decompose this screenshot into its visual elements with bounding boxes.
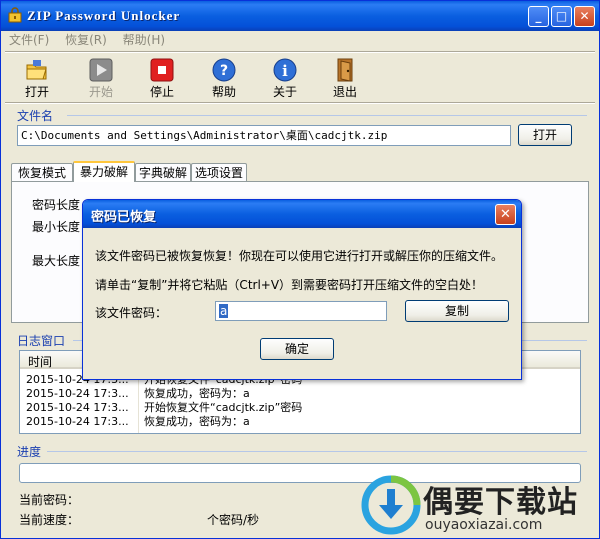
dialog-close-button[interactable]: ✕ [495,204,516,225]
log-row-time: 2015-10-24 17:3... [26,401,129,414]
main-window: ZIP Password Unlocker _ □ ✕ 文件(F) 恢复(R) … [0,0,600,539]
file-section-title: 文件名 [17,109,54,123]
toolbar: 打开 开始 停止 ? 帮助 i 关于 退出 [3,53,597,103]
dialog-password-label: 该文件密码： [95,306,168,320]
toolbar-help-label: 帮助 [211,85,236,99]
title-bar[interactable]: ZIP Password Unlocker _ □ ✕ [1,1,599,31]
ok-button[interactable]: 确定 [260,338,334,360]
toolbar-start-button[interactable]: 开始 [79,53,123,99]
toolbar-exit-button[interactable]: 退出 [323,53,367,99]
toolbar-stop-label: 停止 [149,85,174,99]
watermark-logo-icon [361,475,421,535]
watermark-brand: 偶要下载站 [423,485,578,520]
window-title: ZIP Password Unlocker [27,8,181,23]
tab-dictionary[interactable]: 字典破解 [135,163,191,182]
min-length-label: 最小长度 [32,220,81,234]
help-icon: ? [211,57,237,83]
toolbar-about-button[interactable]: i 关于 [263,53,307,99]
maximize-button[interactable]: □ [551,6,572,27]
watermark-url: ouyaoxiazai.com [425,517,543,533]
exit-door-icon [332,57,358,83]
log-row-message: 开始恢复文件“cadcjtk.zip”密码 [144,401,303,414]
password-length-label: 密码长度 [32,198,81,212]
menu-file[interactable]: 文件(F) [9,31,49,49]
tab-recovery-mode[interactable]: 恢复模式 [11,163,73,182]
progress-section-line [47,451,587,452]
log-section-title: 日志窗口 [17,334,66,348]
watermark: 偶要下载站 ouyaoxiazai.com [361,473,597,537]
stop-icon [149,57,175,83]
dialog-message-line2: 请单击“复制”并将它粘贴（Ctrl+V）到需要密码打开压缩文件的空白处！ [95,278,484,292]
close-button[interactable]: ✕ [574,6,595,27]
dialog-title: 密码已恢复 [91,210,157,225]
current-password-label: 当前密码： [19,493,80,507]
toolbar-open-button[interactable]: 打开 [15,53,59,99]
log-row[interactable]: 2015-10-24 17:3... 恢复成功，密码为：a [20,387,580,401]
log-row-time: 2015-10-24 17:3... [26,415,129,428]
log-row[interactable]: 2015-10-24 17:3... 恢复成功，密码为：a [20,415,580,429]
toolbar-separator [5,102,595,104]
info-icon: i [272,57,298,83]
toolbar-exit-label: 退出 [332,85,357,99]
toolbar-stop-button[interactable]: 停止 [140,53,184,99]
menu-bar: 文件(F) 恢复(R) 帮助(H) [3,31,597,49]
dialog-password-value: a [219,304,229,318]
log-row-time: 2015-10-24 17:3... [26,387,129,400]
file-open-button[interactable]: 打开 [518,124,572,146]
toolbar-start-label: 开始 [88,85,113,99]
toolbar-help-button[interactable]: ? 帮助 [202,53,246,99]
svg-text:i: i [282,62,288,80]
toolbar-open-label: 打开 [24,85,49,99]
file-path-input[interactable]: C:\Documents and Settings\Administrator\… [17,125,511,146]
password-recovered-dialog: 密码已恢复 ✕ 该文件密码已被恢复恢复！你现在可以使用它进行打开或解压你的压缩文… [82,199,522,380]
max-length-label: 最大长度 [32,254,81,268]
dialog-title-bar[interactable]: 密码已恢复 ✕ [83,200,521,228]
log-column-time[interactable]: 时间 [28,353,52,370]
folder-open-icon [24,57,50,83]
copy-button[interactable]: 复制 [405,300,509,322]
progress-section-title: 进度 [17,445,42,459]
menu-recover[interactable]: 恢复(R) [65,31,107,49]
speed-unit-label: 个密码/秒 [207,513,260,527]
toolbar-about-label: 关于 [272,85,297,99]
tab-options[interactable]: 选项设置 [191,163,247,182]
file-section-line [67,115,587,116]
play-icon [88,57,114,83]
log-row[interactable]: 2015-10-24 17:3... 开始恢复文件“cadcjtk.zip”密码 [20,401,580,415]
dialog-password-field[interactable]: a [215,301,387,321]
current-speed-label: 当前速度： [19,513,80,527]
log-row-message: 恢复成功，密码为：a [144,415,250,428]
minimize-button[interactable]: _ [528,6,549,27]
svg-text:?: ? [220,63,228,79]
menu-help[interactable]: 帮助(H) [123,31,165,49]
app-lock-icon [8,7,22,23]
tab-brute-force[interactable]: 暴力破解 [73,161,135,182]
log-row-message: 恢复成功，密码为：a [144,387,250,400]
dialog-message-line1: 该文件密码已被恢复恢复！你现在可以使用它进行打开或解压你的压缩文件。 [95,249,504,263]
